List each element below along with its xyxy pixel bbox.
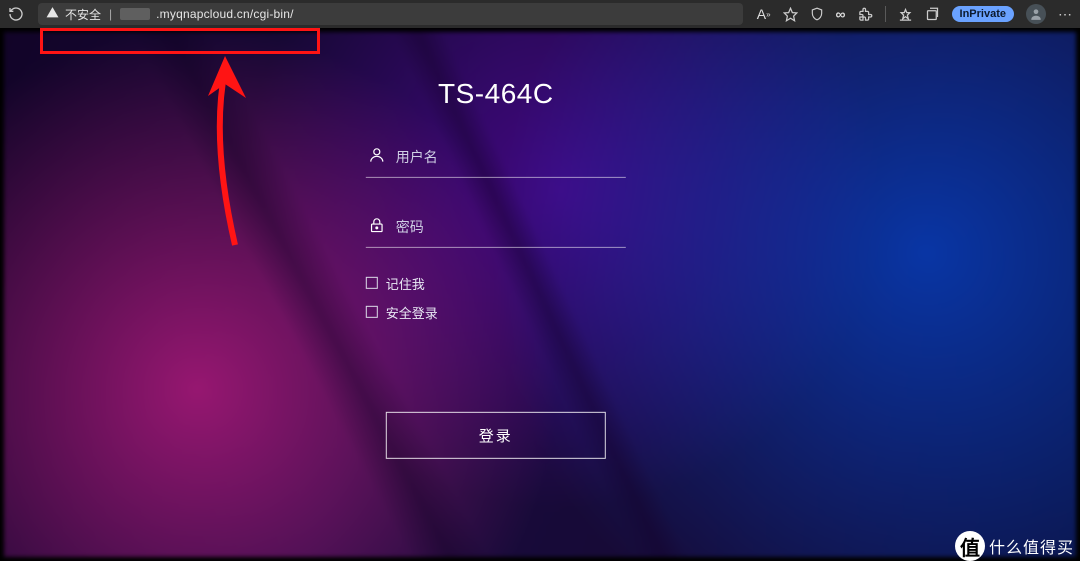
password-field[interactable] [366,207,626,247]
checkbox-box-icon [366,277,378,289]
toolbar-divider [885,6,886,22]
favorites-list-icon[interactable] [898,7,913,22]
remember-me-checkbox[interactable]: 记住我 [366,273,626,292]
redacted-host-segment [120,8,150,20]
device-title: TS-464C [366,77,626,109]
security-status-label: 不安全 [65,6,101,23]
login-button[interactable]: 登录 [386,411,606,458]
secure-login-label: 安全登录 [386,302,438,321]
not-secure-warning-icon [46,6,59,22]
extensions-puzzle-icon[interactable] [858,7,873,22]
read-aloud-icon[interactable]: A» [757,6,771,22]
infinity-icon[interactable]: ∞ [836,6,846,22]
login-panel: TS-464C 记住我 安全登录 [366,77,626,458]
nav-controls [8,6,38,22]
shield-icon[interactable] [810,7,824,21]
user-icon [368,145,386,168]
collections-icon[interactable] [925,7,940,22]
addr-separator: | [109,7,112,21]
address-bar[interactable]: 不安全 | .myqnapcloud.cn/cgi-bin/ [38,3,743,25]
password-input[interactable] [396,219,624,235]
address-url-text: .myqnapcloud.cn/cgi-bin/ [156,7,294,21]
lock-icon [368,215,386,238]
menu-dots-icon[interactable]: ⋯ [1058,6,1072,23]
watermark-badge-icon: 值 [955,531,985,561]
page-viewport: TS-464C 记住我 安全登录 [0,28,1080,561]
browser-chrome: 不安全 | .myqnapcloud.cn/cgi-bin/ A» ∞ InPr… [0,0,1080,28]
toolbar-right: A» ∞ InPrivate ⋯ [743,4,1072,24]
username-field[interactable] [366,137,626,177]
secure-login-checkbox[interactable]: 安全登录 [366,302,626,321]
refresh-icon[interactable] [8,6,24,22]
remember-me-label: 记住我 [386,273,425,292]
watermark: 值 什么值得买 [955,531,1074,561]
favorite-star-icon[interactable] [783,7,798,22]
login-options: 记住我 安全登录 [366,273,626,321]
profile-avatar-icon[interactable] [1026,4,1046,24]
username-input[interactable] [396,149,624,165]
checkbox-box-icon [366,306,378,318]
inprivate-badge[interactable]: InPrivate [952,6,1014,22]
watermark-text: 什么值得买 [989,534,1074,558]
